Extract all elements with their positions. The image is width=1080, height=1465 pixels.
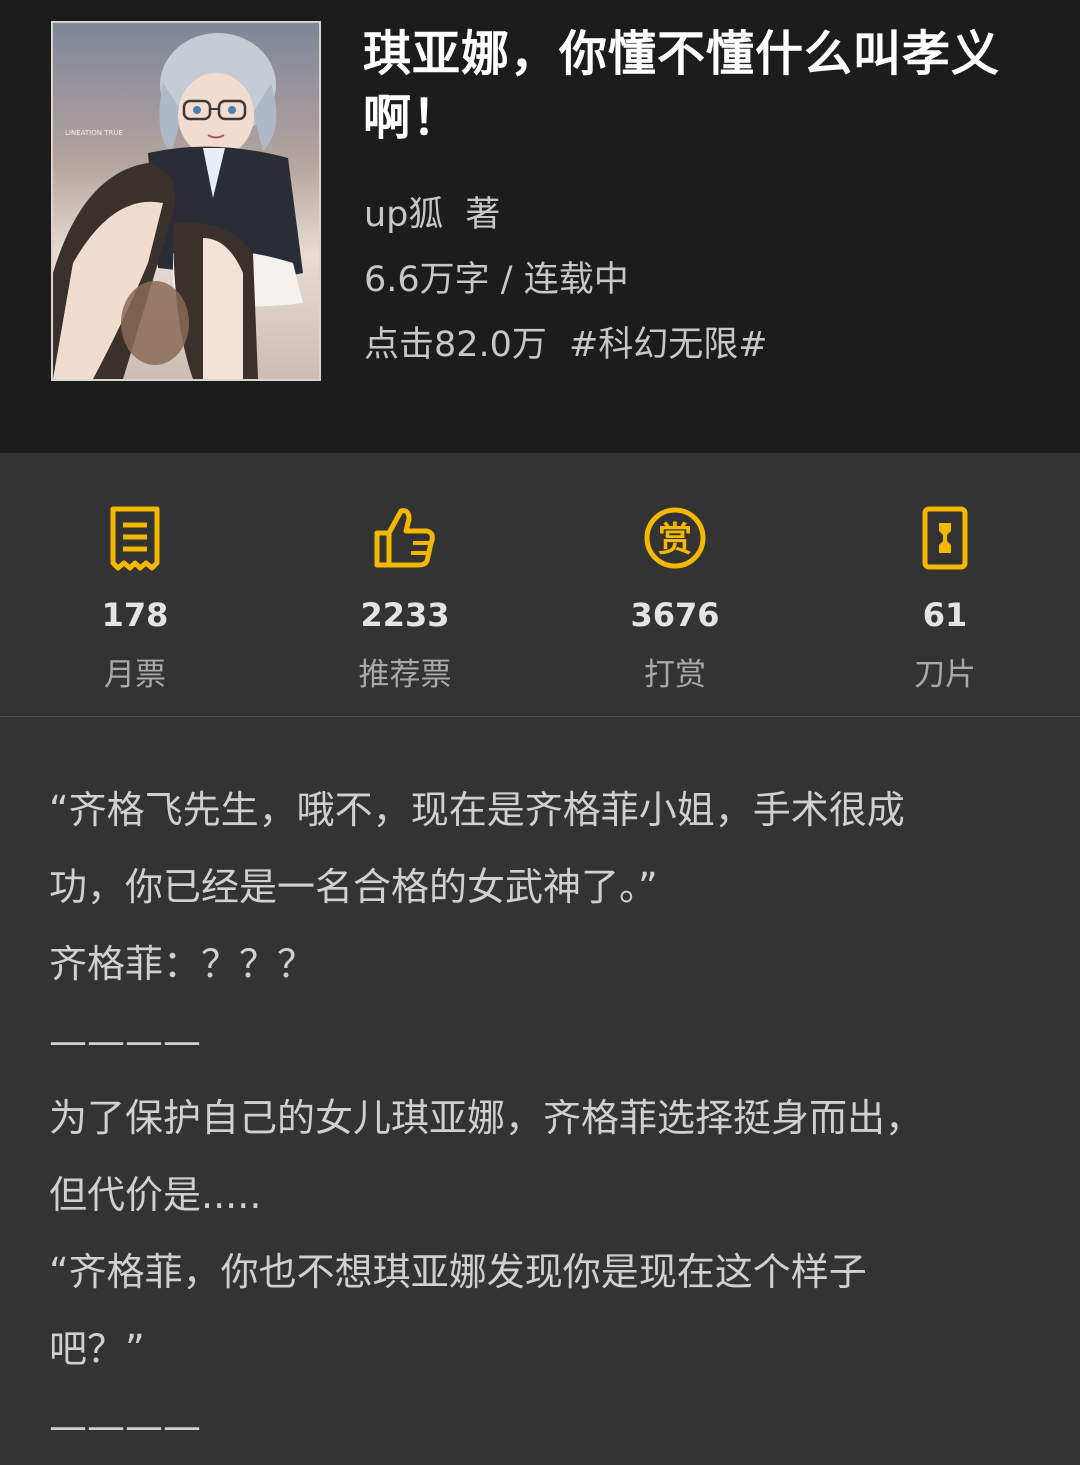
cover-text: LINEATION TRUE bbox=[65, 129, 123, 137]
description-line: 齐格菲：？？？ bbox=[49, 942, 316, 986]
thumbs-up-icon bbox=[374, 508, 435, 568]
description-line: “齐格飞先生，哦不，现在是齐格菲小姐，手术很成 bbox=[49, 788, 905, 832]
description-line: ———— bbox=[49, 1019, 201, 1063]
description-line: 吧？” bbox=[49, 1327, 145, 1371]
stat-blade[interactable]: 61 刀片 bbox=[810, 453, 1080, 716]
stat-monthly-ticket[interactable]: 178 月票 bbox=[0, 453, 270, 716]
reward-label: 打赏 bbox=[644, 657, 706, 693]
blade-count: 61 bbox=[922, 596, 968, 634]
reward-coin-icon: 赏 bbox=[644, 507, 706, 569]
monthly-ticket-label: 月票 bbox=[104, 657, 166, 693]
click-count: 点击82.0万 bbox=[364, 325, 547, 365]
recommend-ticket-count: 2233 bbox=[360, 596, 450, 634]
blade-icon bbox=[922, 506, 968, 570]
book-title-line1: 琪亚娜，你懂不懂什么叫孝义 bbox=[363, 26, 1001, 82]
book-cover-image[interactable]: LINEATION TRUE bbox=[51, 21, 321, 381]
book-title-line2: 啊！ bbox=[363, 90, 462, 146]
genre-tag[interactable]: #科幻无限# bbox=[569, 325, 768, 365]
stat-recommend-ticket[interactable]: 2233 推荐票 bbox=[270, 453, 540, 716]
description-line: ———— bbox=[49, 1404, 201, 1448]
svg-text:赏: 赏 bbox=[658, 520, 692, 560]
recommend-ticket-label: 推荐票 bbox=[358, 657, 452, 693]
monthly-ticket-count: 178 bbox=[101, 596, 169, 634]
author-name[interactable]: up狐 bbox=[364, 195, 443, 235]
author-line[interactable]: up狐著 bbox=[364, 186, 500, 237]
stats-bar: 178 月票 2233 推荐票 赏 3676 打赏 61 刀片 bbox=[0, 453, 1080, 717]
author-suffix: 著 bbox=[465, 195, 501, 235]
reward-count: 3676 bbox=[630, 596, 720, 634]
description-line: 但代价是..... bbox=[49, 1173, 262, 1217]
cover-illustration: LINEATION TRUE bbox=[53, 23, 319, 379]
clicks-and-genre: 点击82.0万 #科幻无限# bbox=[364, 316, 768, 367]
book-header: LINEATION TRUE 琪亚娜，你懂不懂什么叫孝义 啊！ up狐著 6.6… bbox=[0, 0, 1080, 453]
book-title: 琪亚娜，你懂不懂什么叫孝义 啊！ bbox=[363, 22, 1043, 150]
description-line: 为了保护自己的女儿琪亚娜，齐格菲选择挺身而出， bbox=[49, 1096, 924, 1140]
word-count-status: 6.6万字 / 连载中 bbox=[364, 260, 629, 300]
description-line: 功，你已经是一名合格的女武神了。” bbox=[49, 865, 658, 909]
book-description: “齐格飞先生，哦不，现在是齐格菲小姐，手术很成 功，你已经是一名合格的女武神了。… bbox=[49, 772, 1009, 1465]
monthly-ticket-icon bbox=[110, 506, 160, 571]
stat-reward[interactable]: 赏 3676 打赏 bbox=[540, 453, 810, 716]
blade-label: 刀片 bbox=[914, 657, 976, 693]
description-line: “齐格菲，你也不想琪亚娜发现你是现在这个样子 bbox=[49, 1250, 867, 1294]
